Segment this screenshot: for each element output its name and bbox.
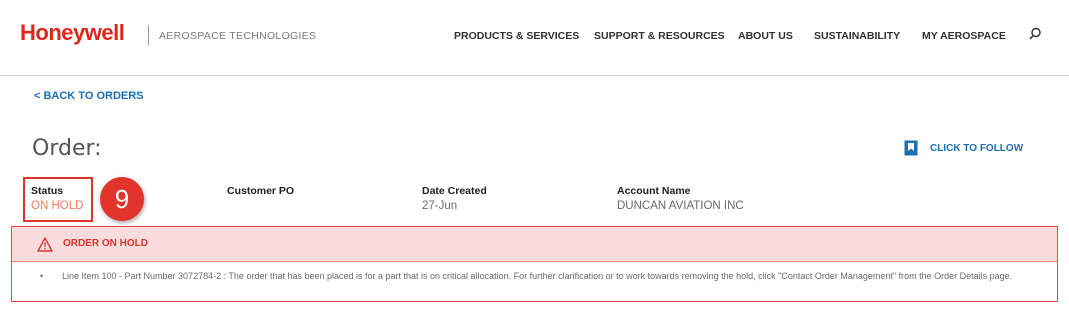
site-header: Honeywell AEROSPACE TECHNOLOGIES PRODUCT… (0, 0, 1069, 76)
alert-message: Line Item 100 - Part Number 3072784-2 : … (62, 271, 1013, 281)
logo-divider (148, 25, 149, 45)
customer-po-label: Customer PO (227, 185, 295, 197)
account-name-label: Account Name (617, 185, 691, 197)
bookmark-icon (904, 140, 918, 156)
back-to-orders-link[interactable]: < BACK TO ORDERS (34, 90, 144, 102)
status-label: Status (31, 185, 64, 197)
date-created-value: 27-Jun (422, 200, 458, 212)
nav-about-us[interactable]: ABOUT US (738, 30, 793, 42)
order-hold-alert: ORDER ON HOLD • Line Item 100 - Part Num… (11, 226, 1058, 302)
nav-support-resources[interactable]: SUPPORT & RESOURCES (594, 30, 725, 42)
step-number-badge: 9 (100, 177, 144, 221)
search-icon[interactable] (1027, 26, 1043, 42)
follow-button[interactable]: CLICK TO FOLLOW (904, 140, 1023, 156)
order-title: Order: (32, 136, 102, 161)
brand-subtitle: AEROSPACE TECHNOLOGIES (159, 30, 317, 42)
nav-sustainability[interactable]: SUSTAINABILITY (814, 30, 900, 42)
nav-my-aerospace[interactable]: MY AEROSPACE (922, 30, 1006, 42)
status-value: ON HOLD (31, 200, 84, 212)
warning-icon (37, 237, 53, 252)
alert-header: ORDER ON HOLD (12, 227, 1057, 262)
alert-message-item: • Line Item 100 - Part Number 3072784-2 … (12, 262, 1057, 283)
date-created-label: Date Created (422, 185, 487, 197)
account-name-value: DUNCAN AVIATION INC (617, 200, 744, 212)
nav-products-services[interactable]: PRODUCTS & SERVICES (454, 30, 579, 42)
follow-label: CLICK TO FOLLOW (930, 142, 1024, 154)
bullet-point: • (40, 271, 44, 281)
honeywell-logo[interactable]: Honeywell (20, 20, 125, 46)
alert-title: ORDER ON HOLD (63, 238, 148, 249)
